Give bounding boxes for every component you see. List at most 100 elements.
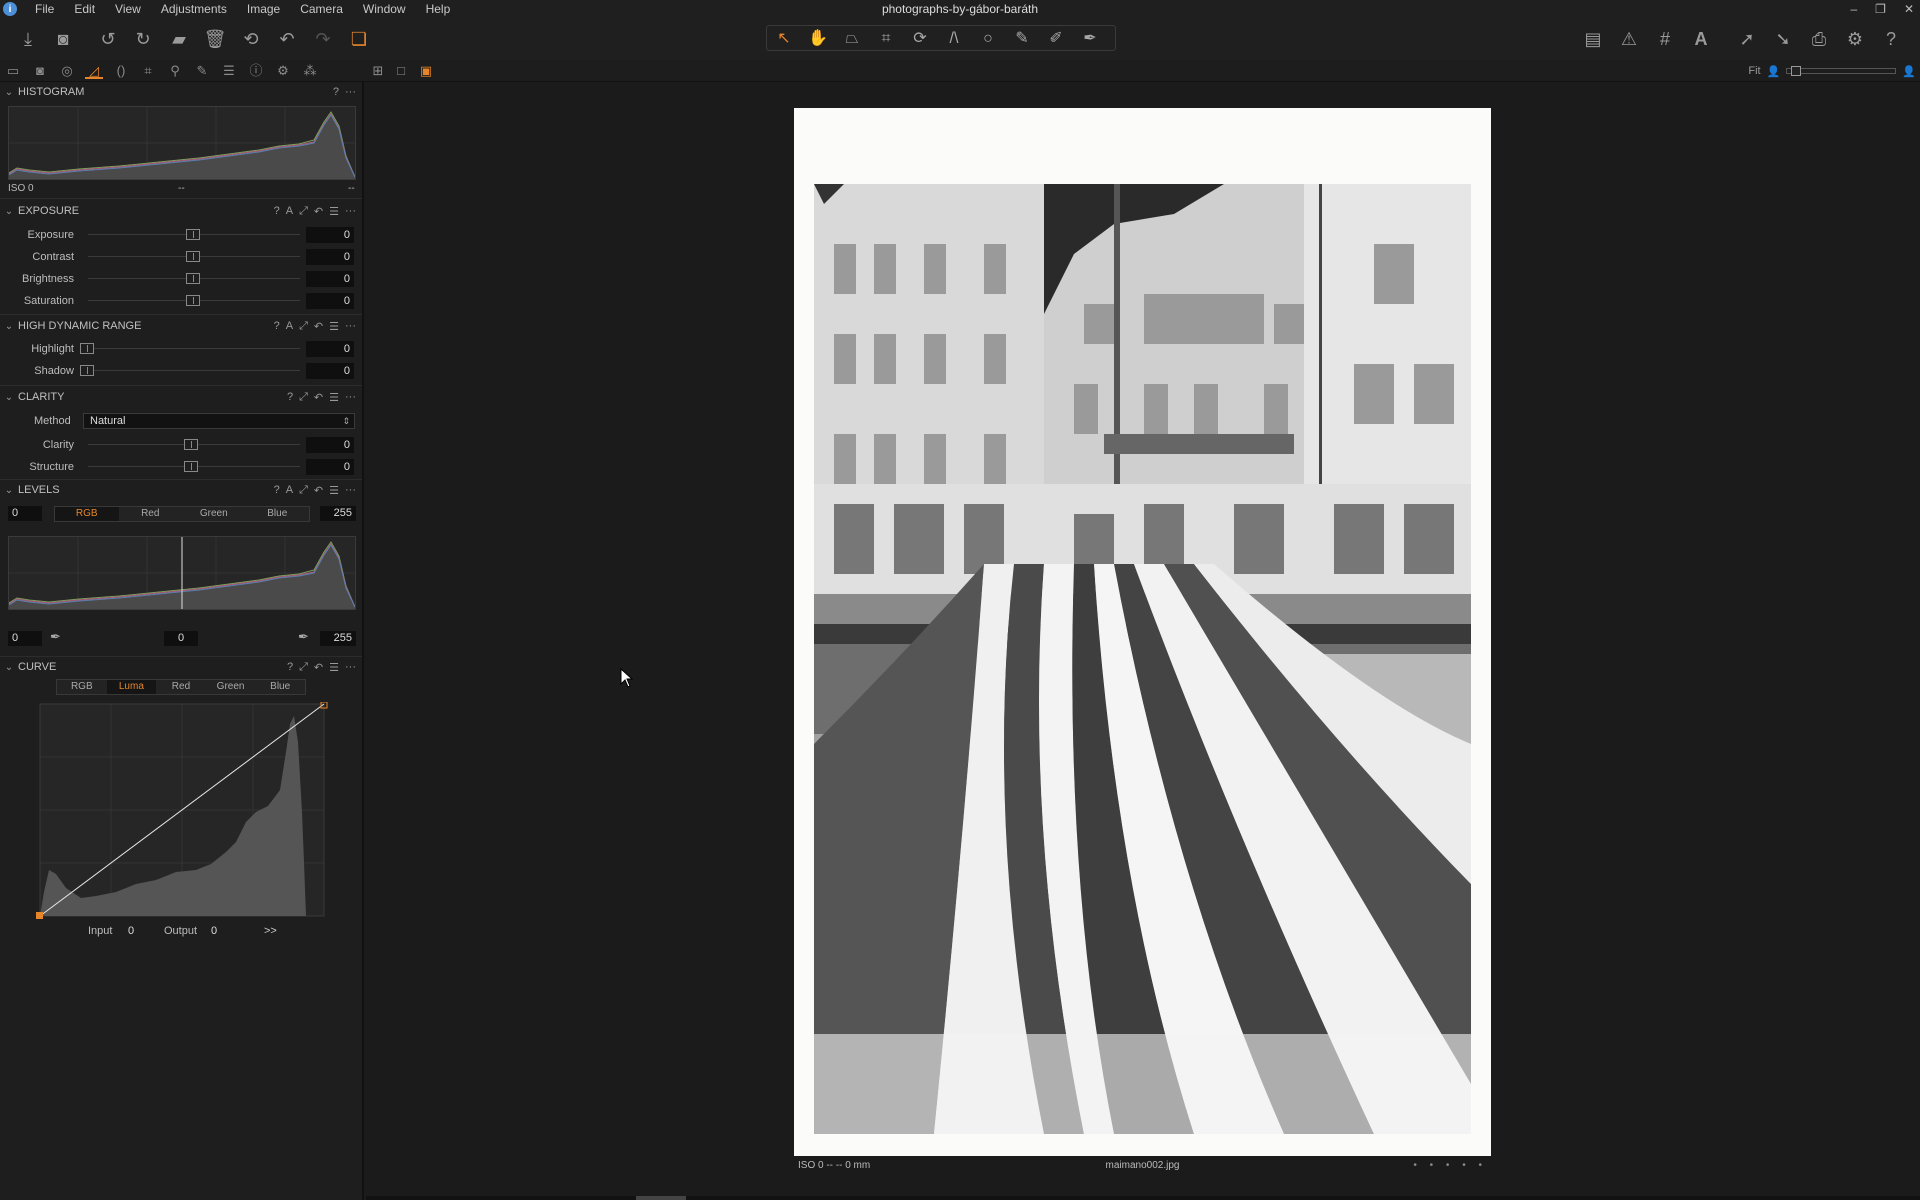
- curve-editor[interactable]: [36, 701, 328, 1000]
- exposure-tab-icon[interactable]: ◿: [85, 63, 103, 79]
- highlight-value[interactable]: 0: [306, 341, 354, 357]
- help-icon[interactable]: ?: [287, 661, 293, 673]
- auto-icon[interactable]: A: [286, 320, 293, 332]
- keystone-icon[interactable]: ⏢: [837, 28, 867, 50]
- reset-icon[interactable]: ↶: [314, 661, 323, 674]
- pan-icon[interactable]: ✋: [803, 28, 833, 50]
- reset-icon[interactable]: ↶: [314, 205, 323, 218]
- zoom-slider[interactable]: [1786, 66, 1897, 76]
- white-picker-icon[interactable]: ✒: [298, 629, 309, 645]
- crop-icon[interactable]: ⌗: [871, 28, 901, 50]
- layout-icon[interactable]: ▤: [1581, 27, 1605, 51]
- copy-apply-icon[interactable]: ⤢: [299, 391, 308, 404]
- batch-tab-icon[interactable]: ⚙: [274, 63, 292, 79]
- shadow-value[interactable]: 0: [306, 363, 354, 379]
- help-icon[interactable]: ?: [333, 86, 339, 98]
- curve-more-button[interactable]: >>: [264, 925, 277, 937]
- details-tab-icon[interactable]: ⚲: [166, 63, 184, 79]
- more-icon[interactable]: ···: [345, 661, 356, 673]
- clarity-header[interactable]: ⌄ CLARITY ? ⤢ ↶ ☰ ···: [0, 388, 362, 406]
- warning-icon[interactable]: ⚠: [1617, 27, 1641, 51]
- output-tab-icon[interactable]: ⓘ: [247, 63, 265, 79]
- reset-icon[interactable]: ↶: [314, 391, 323, 404]
- contrast-knob[interactable]: [186, 251, 200, 262]
- minimize-icon[interactable]: –: [1850, 2, 1857, 16]
- reset-icon[interactable]: ↶: [314, 484, 323, 497]
- levels-input-low[interactable]: 0: [8, 506, 42, 521]
- levels-tab-blue[interactable]: Blue: [246, 507, 310, 521]
- menu-view[interactable]: View: [105, 0, 151, 18]
- styles-tab-icon[interactable]: ⁂: [301, 63, 319, 79]
- move-to-icon[interactable]: ▰: [167, 27, 191, 51]
- shadow-knob[interactable]: [80, 365, 94, 376]
- auto-icon[interactable]: A: [286, 484, 293, 496]
- undo-all-icon[interactable]: ⟲: [239, 27, 263, 51]
- library-tab-icon[interactable]: ▭: [4, 63, 22, 79]
- levels-header[interactable]: ⌄ LEVELS ? A ⤢ ↶ ☰ ···: [0, 481, 362, 499]
- exposure-value[interactable]: 0: [306, 227, 354, 243]
- more-icon[interactable]: ···: [345, 484, 356, 496]
- levels-histogram[interactable]: [8, 536, 356, 610]
- color-tab-icon[interactable]: ◎: [58, 63, 76, 79]
- curve-tab-blue[interactable]: Blue: [255, 680, 305, 694]
- help-icon[interactable]: ?: [274, 484, 280, 496]
- chevron-down-icon[interactable]: ⌄: [0, 485, 18, 496]
- hdr-header[interactable]: ⌄ HIGH DYNAMIC RANGE ? A ⤢ ↶ ☰ ···: [0, 317, 362, 335]
- brush-icon[interactable]: ✎: [1007, 28, 1037, 50]
- camera-icon[interactable]: ◙: [51, 27, 75, 51]
- menu-camera[interactable]: Camera: [290, 0, 353, 18]
- select-icon[interactable]: ↖: [769, 28, 799, 50]
- contrast-value[interactable]: 0: [306, 249, 354, 265]
- print-icon[interactable]: ⎙: [1807, 27, 1831, 51]
- delete-icon[interactable]: 🗑: [203, 27, 227, 51]
- menu-file[interactable]: File: [25, 0, 64, 18]
- copy-apply-icon[interactable]: ⤢: [299, 320, 308, 333]
- curve-tab-rgb[interactable]: RGB: [57, 680, 107, 694]
- reset-icon[interactable]: ↶: [314, 320, 323, 333]
- curve-input-value[interactable]: 0: [128, 925, 134, 937]
- auto-icon[interactable]: A: [286, 205, 293, 217]
- capture-tab-icon[interactable]: ◙: [31, 63, 49, 79]
- help-icon[interactable]: ?: [274, 320, 280, 332]
- lens-tab-icon[interactable]: (): [112, 63, 130, 79]
- exposure-header[interactable]: ⌄ EXPOSURE ? A ⤢ ↶ ☰ ···: [0, 202, 362, 220]
- chevron-down-icon[interactable]: ⌄: [0, 321, 18, 332]
- levels-output-high[interactable]: 255: [320, 631, 356, 646]
- clarity-method-select[interactable]: Natural ⇕: [83, 413, 355, 429]
- undo-icon[interactable]: ↶: [275, 27, 299, 51]
- rotate-icon[interactable]: ⟳: [905, 28, 935, 50]
- curve-header[interactable]: ⌄ CURVE ? ⤢ ↶ ☰ ···: [0, 658, 362, 676]
- menu-adjustments[interactable]: Adjustments: [151, 0, 237, 18]
- image-viewer[interactable]: ISO 0 -- -- 0 mm maimano002.jpg • • • • …: [366, 82, 1920, 1200]
- metadata-tab-icon[interactable]: ☰: [220, 63, 238, 79]
- photo-frame[interactable]: [794, 108, 1491, 1156]
- saturation-value[interactable]: 0: [306, 293, 354, 309]
- settings-icon[interactable]: ⚙: [1843, 27, 1867, 51]
- close-icon[interactable]: ✕: [1904, 2, 1914, 16]
- clarity-knob[interactable]: [184, 439, 198, 450]
- help-icon[interactable]: ?: [1879, 27, 1903, 51]
- help-icon[interactable]: ?: [274, 205, 280, 217]
- histogram-header[interactable]: ⌄ HISTOGRAM ? ···: [0, 83, 362, 101]
- levels-output-low[interactable]: 0: [8, 631, 42, 646]
- more-icon[interactable]: ···: [345, 86, 356, 98]
- black-picker-icon[interactable]: ✒: [50, 629, 61, 645]
- eraser-icon[interactable]: ✐: [1041, 28, 1071, 50]
- filmstrip-handle[interactable]: [636, 1196, 686, 1200]
- menu-image[interactable]: Image: [237, 0, 290, 18]
- local-adjust-tab-icon[interactable]: ✎: [193, 63, 211, 79]
- levels-input-high[interactable]: 255: [320, 506, 356, 521]
- more-icon[interactable]: ···: [345, 391, 356, 403]
- structure-value[interactable]: 0: [306, 459, 354, 475]
- levels-tab-red[interactable]: Red: [119, 507, 183, 521]
- text-icon[interactable]: A: [1689, 27, 1713, 51]
- straighten-icon[interactable]: /\: [939, 28, 969, 50]
- presets-icon[interactable]: ☰: [329, 391, 339, 404]
- presets-icon[interactable]: ☰: [329, 320, 339, 333]
- brightness-value[interactable]: 0: [306, 271, 354, 287]
- more-icon[interactable]: ···: [345, 205, 356, 217]
- restore-icon[interactable]: ❐: [1875, 2, 1886, 16]
- shadow-track[interactable]: [88, 370, 300, 371]
- multi-view-icon[interactable]: ▣: [417, 63, 435, 79]
- exposure-knob[interactable]: [186, 229, 200, 240]
